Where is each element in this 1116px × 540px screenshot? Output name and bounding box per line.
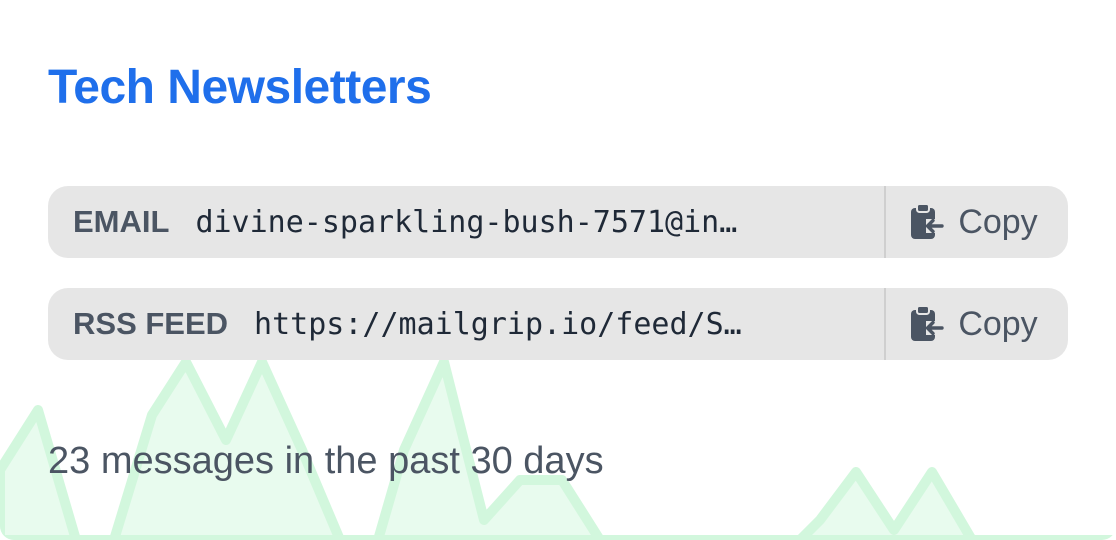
rss-feed-row: RSS FEED https://mailgrip.io/feed/S… Cop… [48,288,1068,360]
copy-rss-label: Copy [958,304,1038,343]
clipboard-copy-icon [911,203,945,239]
rss-feed-url: https://mailgrip.io/feed/S… [254,306,742,342]
email-row: EMAIL divine-sparkling-bush-7571@in… Cop… [48,186,1068,258]
clipboard-copy-icon [911,305,945,341]
rss-feed-label: RSS FEED [73,306,229,341]
copy-email-label: Copy [958,202,1038,241]
newsletter-title-link[interactable]: Tech Newsletters [48,60,432,115]
email-address: divine-sparkling-bush-7571@in… [195,204,738,240]
copy-email-button[interactable]: Copy [884,186,1068,258]
newsletter-card: Tech Newsletters EMAIL divine-sparkling-… [0,0,1116,540]
copy-rss-button[interactable]: Copy [884,288,1068,360]
email-label: EMAIL [73,204,170,239]
message-count-text: 23 messages in the past 30 days [48,440,604,482]
